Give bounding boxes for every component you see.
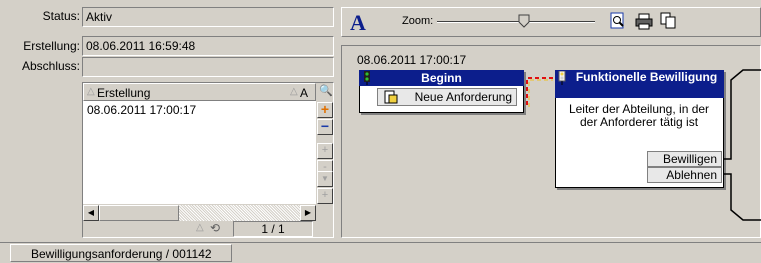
duplicate-row-button[interactable]: + xyxy=(317,143,333,159)
refresh-icon[interactable]: ⟲ xyxy=(210,221,220,235)
sort-indicator-icon: △ xyxy=(290,86,298,97)
sort-asc-icon: △ xyxy=(87,86,95,97)
closed-field[interactable] xyxy=(82,57,334,77)
traffic-light-icon xyxy=(362,71,372,88)
history-grid: △ Erstellung △ A 08.06.2011 17:00:17 🔍 +… xyxy=(82,82,334,238)
grid-body: 08.06.2011 17:00:17 xyxy=(83,101,316,204)
record-tab[interactable]: Bewilligungsanforderung / 001142 xyxy=(10,244,232,262)
zoom-label: Zoom: xyxy=(402,15,434,27)
record-tab-label: Bewilligungsanforderung / 001142 xyxy=(31,247,212,261)
workflow-link xyxy=(526,77,553,107)
scroll-thumb[interactable] xyxy=(99,205,179,221)
scroll-left-icon[interactable]: ◀ xyxy=(83,205,99,221)
zoom-fit-icon[interactable] xyxy=(610,12,626,33)
start-event-label: Neue Anforderung xyxy=(414,90,512,104)
approval-light-icon xyxy=(557,70,569,88)
table-row[interactable]: 08.06.2011 17:00:17 xyxy=(87,103,196,117)
approval-node-title: Funktionelle Bewilligung xyxy=(555,70,724,98)
zoom-slider-thumb[interactable] xyxy=(518,14,530,28)
closed-label: Abschluss: xyxy=(21,59,80,73)
sort-asc-icon: △ xyxy=(196,222,204,233)
outgoing-connectors xyxy=(723,69,761,221)
print-icon[interactable] xyxy=(635,12,653,33)
new-request-icon xyxy=(384,90,398,107)
created-field[interactable]: 08.06.2011 16:59:48 xyxy=(82,36,334,56)
expand-row-button[interactable]: + xyxy=(317,188,333,204)
status-field[interactable]: Aktiv xyxy=(82,7,334,27)
column-header-creation[interactable]: Erstellung xyxy=(97,86,150,100)
approval-description: Leiter der Abteilung, in der der Anforde… xyxy=(568,102,710,129)
column-header-a[interactable]: A xyxy=(300,86,308,100)
grid-side-toolbar: 🔍 + − + - ▼ + xyxy=(317,83,333,205)
approval-node[interactable]: Funktionelle Bewilligung Leiter der Abte… xyxy=(555,70,725,190)
move-down-icon[interactable]: ▼ xyxy=(317,171,333,187)
reject-button[interactable]: Ablehnen xyxy=(647,167,722,183)
workflow-timestamp: 08.06.2011 17:00:17 xyxy=(357,53,467,67)
copy-icon[interactable] xyxy=(660,12,676,33)
grid-header[interactable]: △ Erstellung △ A xyxy=(83,83,316,101)
workflow-canvas: 08.06.2011 17:00:17 Beginn Neue Anforder… xyxy=(341,45,761,238)
scroll-right-icon[interactable]: ▶ xyxy=(300,205,316,221)
remove-row-button[interactable]: − xyxy=(317,119,333,135)
zoom-slider-track[interactable] xyxy=(437,21,595,23)
start-node-title: Beginn xyxy=(359,70,524,86)
status-label: Status: xyxy=(42,9,80,23)
status-bar: Bewilligungsanforderung / 001142 xyxy=(0,242,761,263)
add-row-button[interactable]: + xyxy=(317,102,333,118)
search-icon[interactable]: 🔍 xyxy=(319,84,333,97)
start-node[interactable]: Beginn Neue Anforderung xyxy=(359,70,525,114)
workflow-toolbar: A Zoom: xyxy=(341,7,761,37)
approve-button[interactable]: Bewilligen xyxy=(647,151,722,167)
font-icon[interactable]: A xyxy=(350,10,366,36)
created-label: Erstellung: xyxy=(23,39,80,53)
start-event-button[interactable]: Neue Anforderung xyxy=(377,88,517,106)
horizontal-scrollbar[interactable]: ◀ ▶ xyxy=(83,205,316,221)
grid-pager: △ ⟲ 1 / 1 xyxy=(83,221,333,237)
page-counter: 1 / 1 xyxy=(233,221,313,237)
